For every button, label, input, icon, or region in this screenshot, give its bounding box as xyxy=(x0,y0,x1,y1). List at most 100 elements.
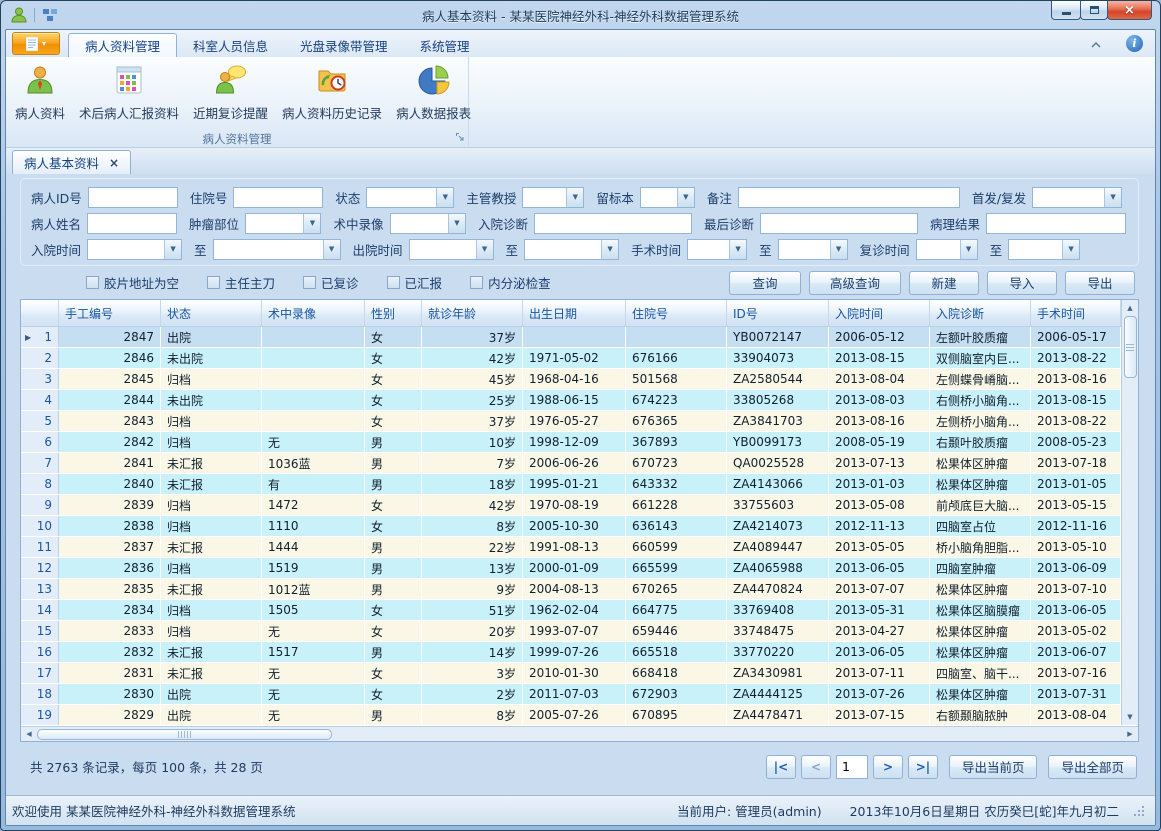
chevron-down-icon[interactable]: ▼ xyxy=(566,188,583,207)
checkbox-icon[interactable] xyxy=(470,276,483,289)
table-row[interactable]: 112837未汇报1444男22岁1991-08-13660599ZA40894… xyxy=(21,537,1121,558)
column-header[interactable]: 就诊年龄 xyxy=(422,300,523,326)
final-diag-input[interactable] xyxy=(760,213,918,234)
scroll-down-icon[interactable]: ▼ xyxy=(1122,709,1138,725)
last-page-button[interactable]: >| xyxy=(908,755,938,779)
patient-history-button[interactable]: 病人资料历史记录 xyxy=(275,61,389,125)
patient-name-input[interactable] xyxy=(87,213,177,234)
patient-data-button[interactable]: 病人资料 xyxy=(8,61,72,125)
pathology-input[interactable] xyxy=(986,213,1126,234)
chevron-down-icon[interactable]: ▼ xyxy=(323,240,340,259)
table-row[interactable]: 182830出院无女2岁2011-07-03672903ZA4444125201… xyxy=(21,684,1121,705)
column-header[interactable]: ID号 xyxy=(727,300,829,326)
prev-page-button[interactable]: < xyxy=(801,755,831,779)
resize-grip[interactable] xyxy=(1133,805,1145,817)
admit-date-to-picker[interactable]: ▼ xyxy=(213,239,341,260)
app-logo-icon[interactable] xyxy=(9,5,29,25)
specimen-combo[interactable]: ▼ xyxy=(640,187,695,208)
column-header[interactable]: 出生日期 xyxy=(523,300,626,326)
query-button[interactable]: 查询 xyxy=(729,271,801,295)
table-row[interactable]: 192829出院无男8岁2005-07-26670895ZA4478471201… xyxy=(21,705,1121,726)
column-header[interactable]: 住院号 xyxy=(626,300,727,326)
table-row[interactable]: 142834归档1505女51岁1962-02-0466477533769408… xyxy=(21,600,1121,621)
advanced-query-button[interactable]: 高级查询 xyxy=(809,271,901,295)
first-page-button[interactable]: |< xyxy=(766,755,796,779)
chevron-down-icon[interactable]: ▼ xyxy=(436,188,453,207)
discharge-date-to-picker[interactable]: ▼ xyxy=(524,239,619,260)
vertical-scrollbar-thumb[interactable] xyxy=(1124,316,1137,378)
chevron-down-icon[interactable]: ▼ xyxy=(677,188,694,207)
remark-input[interactable] xyxy=(738,187,960,208)
export-current-page-button[interactable]: 导出当前页 xyxy=(949,755,1038,779)
professor-combo[interactable]: ▼ xyxy=(522,187,584,208)
table-row[interactable]: 102838归档1110女8岁2005-10-30636143ZA4214073… xyxy=(21,516,1121,537)
admit-date-from-picker[interactable]: ▼ xyxy=(87,239,182,260)
vertical-scrollbar[interactable]: ▲ ▼ xyxy=(1121,300,1138,725)
table-row[interactable]: 132835未汇报1012蓝男9岁2004-08-13670265ZA44708… xyxy=(21,579,1121,600)
checkbox-icon[interactable] xyxy=(207,276,220,289)
export-button[interactable]: 导出 xyxy=(1065,271,1135,295)
page-number-input[interactable] xyxy=(836,755,868,779)
revisit-reminder-button[interactable]: 近期复诊提醒 xyxy=(186,61,275,125)
postop-report-data-button[interactable]: 术后病人汇报资料 xyxy=(72,61,186,125)
collapse-ribbon-icon[interactable] xyxy=(1090,34,1102,53)
chevron-down-icon[interactable]: ▼ xyxy=(830,240,847,259)
table-row[interactable]: 22846未出院女42岁1971-05-02676166339040732013… xyxy=(21,348,1121,369)
revisit-date-from-picker[interactable]: ▼ xyxy=(916,239,978,260)
ribbon-tab-disc-tape-management[interactable]: 光盘录像带管理 xyxy=(284,34,404,57)
column-header[interactable]: 入院时间 xyxy=(829,300,930,326)
checkbox-icon[interactable] xyxy=(387,276,400,289)
checkbox-revisited[interactable]: 已复诊 xyxy=(303,273,359,292)
scroll-left-icon[interactable]: ◀ xyxy=(21,727,37,741)
checkbox-icon[interactable] xyxy=(86,276,99,289)
table-row[interactable]: 162832未汇报1517男14岁1999-07-266655183377022… xyxy=(21,642,1121,663)
admission-no-input[interactable] xyxy=(233,187,323,208)
next-page-button[interactable]: > xyxy=(873,755,903,779)
table-row[interactable]: 122836归档1519男13岁2000-01-09665599ZA406598… xyxy=(21,558,1121,579)
close-button[interactable]: × xyxy=(1107,1,1152,20)
column-header[interactable]: 术中录像 xyxy=(262,300,365,326)
table-row[interactable]: 72841未汇报1036蓝男7岁2006-06-26670723QA002552… xyxy=(21,453,1121,474)
chevron-down-icon[interactable]: ▼ xyxy=(729,240,746,259)
table-row[interactable]: 92839归档1472女42岁1970-08-19661228337556032… xyxy=(21,495,1121,516)
chevron-down-icon[interactable]: ▼ xyxy=(601,240,618,259)
info-icon[interactable]: i xyxy=(1126,35,1143,52)
admission-diag-input[interactable] xyxy=(534,213,692,234)
checkbox-chief-surgeon[interactable]: 主任主刀 xyxy=(207,273,275,292)
table-row[interactable]: 172831未汇报无女3岁2010-01-30668418ZA343098120… xyxy=(21,663,1121,684)
horizontal-scrollbar-thumb[interactable] xyxy=(37,729,332,740)
status-combo[interactable]: ▼ xyxy=(366,187,454,208)
dialog-launcher-icon[interactable] xyxy=(455,131,465,145)
table-row[interactable]: 52843归档女37岁1976-05-27676365ZA38417032013… xyxy=(21,411,1121,432)
chevron-down-icon[interactable]: ▼ xyxy=(1104,188,1121,207)
new-button[interactable]: 新建 xyxy=(909,271,979,295)
chevron-down-icon[interactable]: ▼ xyxy=(164,240,181,259)
revisit-date-to-picker[interactable]: ▼ xyxy=(1008,239,1080,260)
table-row[interactable]: ▶12847出院女37岁YB00721472006-05-12左额叶胶质瘤200… xyxy=(21,327,1121,348)
table-row[interactable]: 32845归档女45岁1968-04-16501568ZA25805442013… xyxy=(21,369,1121,390)
checkbox-reported[interactable]: 已汇报 xyxy=(387,273,443,292)
column-header[interactable]: 入院诊断 xyxy=(930,300,1031,326)
checkbox-film-address-empty[interactable]: 胶片地址为空 xyxy=(86,273,179,292)
ribbon-tab-patient-management[interactable]: 病人资料管理 xyxy=(68,33,177,57)
chevron-down-icon[interactable]: ▼ xyxy=(476,240,493,259)
column-header[interactable]: 状态 xyxy=(161,300,262,326)
table-row[interactable]: 42844未出院女25岁1988-06-15674223338052682013… xyxy=(21,390,1121,411)
table-row[interactable]: 82840未汇报有男18岁1995-01-21643332ZA414306620… xyxy=(21,474,1121,495)
chevron-down-icon[interactable]: ▼ xyxy=(1062,240,1079,259)
chevron-down-icon[interactable]: ▼ xyxy=(448,214,465,233)
column-header[interactable]: 性别 xyxy=(365,300,422,326)
surgery-date-from-picker[interactable]: ▼ xyxy=(687,239,747,260)
table-row[interactable]: 152833归档无女20岁1993-07-0765944633748475201… xyxy=(21,621,1121,642)
scroll-up-icon[interactable]: ▲ xyxy=(1122,300,1138,316)
import-button[interactable]: 导入 xyxy=(987,271,1057,295)
first-recur-combo[interactable]: ▼ xyxy=(1032,187,1122,208)
chevron-down-icon[interactable]: ▼ xyxy=(303,214,320,233)
tumor-site-combo[interactable]: ▼ xyxy=(245,213,321,234)
ribbon-tab-staff-info[interactable]: 科室人员信息 xyxy=(177,34,284,57)
maximize-button[interactable] xyxy=(1080,1,1108,20)
chevron-down-icon[interactable]: ▼ xyxy=(960,240,977,259)
patient-report-button[interactable]: 病人数据报表 xyxy=(389,61,478,125)
layout-icon[interactable] xyxy=(40,5,60,25)
column-header[interactable]: 手术时间 xyxy=(1031,300,1121,326)
